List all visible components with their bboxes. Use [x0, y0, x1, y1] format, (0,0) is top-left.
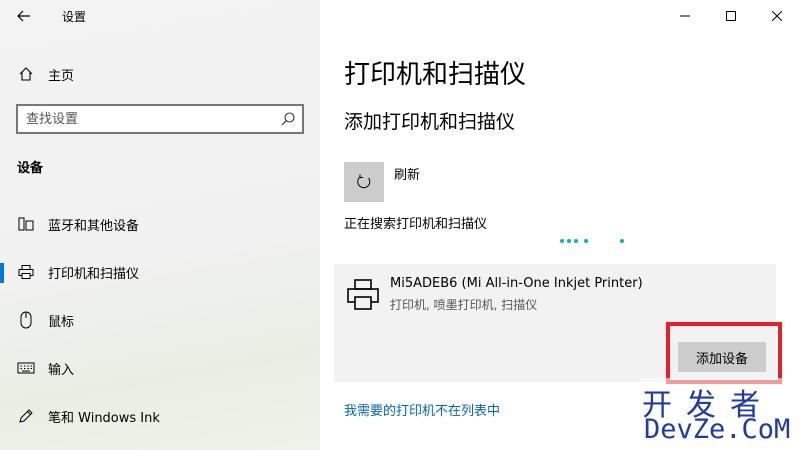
- close-icon: [772, 11, 782, 21]
- sidebar-item-label: 打印机和扫描仪: [48, 266, 140, 282]
- sidebar-item-mouse[interactable]: 鼠标: [0, 300, 320, 340]
- printer-icon: [17, 263, 35, 281]
- settings-search[interactable]: [16, 104, 304, 134]
- search-input[interactable]: [18, 106, 268, 132]
- section-subtitle: 添加打印机和扫描仪: [344, 111, 516, 133]
- printer-not-listed-link[interactable]: 我需要的打印机不在列表中: [344, 400, 500, 419]
- progress-dot: [574, 239, 578, 243]
- app-title: 设置: [62, 10, 87, 24]
- sidebar-item-bluetooth[interactable]: 蓝牙和其他设备: [0, 204, 320, 244]
- device-name: Mi5ADEB6 (Mi All-in-One Inkjet Printer): [390, 276, 643, 291]
- maximize-button[interactable]: [708, 0, 754, 32]
- sidebar-item-label: 蓝牙和其他设备: [48, 218, 140, 234]
- progress-dot: [620, 239, 624, 243]
- sidebar-item-input[interactable]: 输入: [0, 348, 320, 388]
- keyboard-icon: [17, 359, 35, 377]
- close-button[interactable]: [754, 0, 800, 32]
- bluetooth-devices-icon: [17, 215, 35, 233]
- nav-home[interactable]: 主页: [0, 54, 320, 94]
- searching-status: 正在搜索打印机和扫描仪: [344, 217, 488, 232]
- device-card[interactable]: Mi5ADEB6 (Mi All-in-One Inkjet Printer) …: [334, 264, 782, 384]
- sidebar-item-pen[interactable]: 笔和 Windows Ink: [0, 396, 320, 436]
- nav-home-label: 主页: [48, 68, 75, 84]
- refresh-label[interactable]: 刷新: [394, 164, 420, 183]
- device-type: 打印机, 喷墨打印机, 扫描仪: [390, 298, 538, 312]
- add-device-button[interactable]: 添加设备: [678, 342, 766, 372]
- mouse-icon: [17, 311, 35, 329]
- pen-icon: [17, 407, 35, 425]
- minimize-button[interactable]: [662, 0, 708, 32]
- back-button[interactable]: [10, 4, 38, 28]
- title-bar: 设置: [0, 0, 320, 32]
- page-title: 打印机和扫描仪: [344, 60, 527, 90]
- maximize-icon: [726, 11, 736, 21]
- sidebar-item-label: 笔和 Windows Ink: [48, 410, 160, 426]
- minimize-icon: [680, 15, 690, 17]
- search-icon[interactable]: [280, 111, 296, 127]
- section-title: 设备: [17, 161, 44, 176]
- home-icon: [17, 65, 35, 83]
- sidebar-item-printers[interactable]: 打印机和扫描仪: [0, 252, 320, 292]
- sidebar: 设置 主页 设备 蓝牙和其他设备 打印机和扫描仪 鼠标: [0, 0, 320, 450]
- watermark-logo: 开发者 DevZe.CoM: [640, 378, 798, 448]
- sidebar-item-label: 鼠标: [48, 314, 75, 330]
- sidebar-item-label: 输入: [48, 362, 75, 378]
- watermark-line2: DevZe.CoM: [644, 414, 791, 445]
- progress-dot: [584, 239, 588, 243]
- printer-icon: [347, 279, 379, 310]
- refresh-button[interactable]: [344, 162, 384, 202]
- refresh-icon: [357, 174, 371, 189]
- progress-dot: [567, 239, 571, 243]
- progress-dot: [560, 239, 564, 243]
- back-arrow-icon: [17, 10, 30, 22]
